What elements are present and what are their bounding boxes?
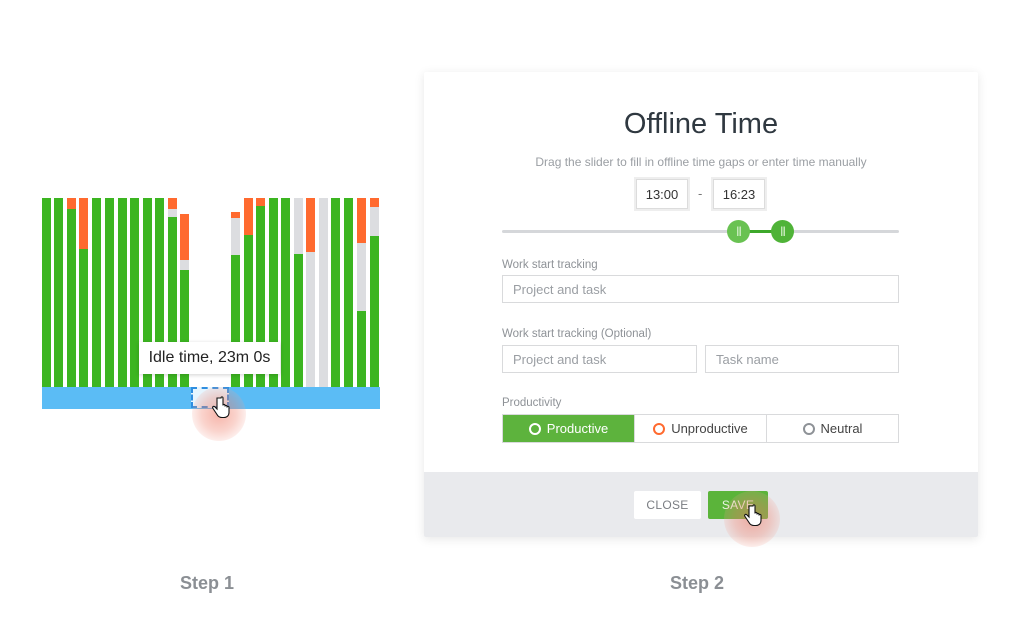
bar-segment-neutral bbox=[231, 217, 240, 256]
dialog-footer: CLOSE SAVE bbox=[424, 472, 978, 537]
bar-segment-productive bbox=[344, 198, 353, 388]
bar-segment-productive bbox=[79, 249, 88, 388]
bar-segment-unproductive bbox=[357, 198, 366, 244]
bar-segment-productive bbox=[67, 209, 76, 388]
bar-segment-neutral bbox=[370, 207, 379, 237]
bar-segment-productive bbox=[42, 198, 51, 388]
bar-segment-empty bbox=[180, 198, 189, 215]
bar-segment-unproductive bbox=[180, 214, 189, 261]
activity-bar[interactable] bbox=[118, 198, 127, 388]
radio-ring-icon bbox=[802, 422, 815, 435]
offline-time-dialog: Offline Time Drag the slider to fill in … bbox=[424, 72, 978, 537]
bar-segment-neutral bbox=[357, 243, 366, 312]
bar-segment-productive bbox=[357, 311, 366, 388]
option-label: Productive bbox=[546, 421, 609, 436]
dialog-title: Offline Time bbox=[623, 108, 779, 140]
productivity-option-neutral[interactable]: Neutral bbox=[767, 415, 898, 442]
radio-ring-icon bbox=[528, 422, 541, 435]
bar-segment-productive bbox=[92, 198, 101, 388]
hand-cursor-icon bbox=[212, 396, 230, 419]
work-start-label: Work start tracking bbox=[502, 259, 598, 271]
productivity-option-productive[interactable]: Productive bbox=[503, 415, 635, 442]
activity-bar[interactable] bbox=[42, 198, 51, 388]
bar-segment-productive bbox=[105, 198, 114, 388]
project-task-placeholder: Project and task bbox=[513, 281, 607, 297]
activity-bar[interactable] bbox=[79, 198, 88, 388]
grip-icon: ||| bbox=[736, 226, 742, 237]
activity-bar[interactable] bbox=[319, 198, 328, 388]
productivity-selector: Productive Unproductive Neutral bbox=[502, 414, 899, 443]
step-1-label: Step 1 bbox=[180, 573, 235, 593]
activity-bar[interactable] bbox=[54, 198, 63, 388]
bar-segment-neutral bbox=[180, 260, 189, 271]
bar-segment-neutral bbox=[306, 251, 315, 388]
activity-bar[interactable] bbox=[67, 198, 76, 388]
bar-segment-neutral bbox=[294, 198, 303, 255]
step-2-label: Step 2 bbox=[670, 573, 725, 593]
bar-segment-productive bbox=[118, 198, 127, 388]
start-time-input[interactable]: 13:00 bbox=[636, 179, 688, 209]
option-label: Neutral bbox=[820, 421, 863, 436]
activity-bar[interactable] bbox=[370, 198, 379, 388]
radio-ring-icon bbox=[653, 422, 666, 435]
bar-segment-productive bbox=[54, 198, 63, 388]
option-label: Unproductive bbox=[671, 421, 748, 436]
idle-time-tooltip: Idle time, 23m 0s bbox=[139, 342, 280, 374]
dialog-subtitle: Drag the slider to fill in offline time … bbox=[535, 155, 867, 169]
bar-segment-empty bbox=[231, 198, 240, 213]
activity-bar[interactable] bbox=[105, 198, 114, 388]
activity-bar[interactable] bbox=[357, 198, 366, 388]
bar-segment-unproductive bbox=[67, 198, 76, 210]
productivity-option-unproductive[interactable]: Unproductive bbox=[635, 415, 767, 442]
bar-segment-unproductive bbox=[370, 198, 379, 208]
close-button[interactable]: CLOSE bbox=[634, 491, 701, 519]
bar-segment-unproductive bbox=[244, 198, 253, 236]
end-time-input[interactable]: 16:23 bbox=[713, 179, 765, 209]
activity-bar[interactable] bbox=[130, 198, 139, 388]
bar-segment-unproductive bbox=[306, 198, 315, 253]
task-name-placeholder: Task name bbox=[716, 351, 779, 367]
activity-bar[interactable] bbox=[294, 198, 303, 388]
task-name-input[interactable]: Task name bbox=[705, 345, 899, 373]
bar-segment-unproductive bbox=[79, 198, 88, 250]
bar-segment-productive bbox=[130, 198, 139, 388]
optional-project-task-input[interactable]: Project and task bbox=[502, 345, 697, 373]
bar-segment-productive bbox=[294, 253, 303, 388]
activity-bar[interactable] bbox=[331, 198, 340, 388]
bar-segment-unproductive bbox=[168, 198, 177, 210]
optional-tracking-label: Work start tracking (Optional) bbox=[502, 328, 652, 340]
activity-bar[interactable] bbox=[92, 198, 101, 388]
bar-segment-productive bbox=[331, 198, 340, 388]
slider-end-handle[interactable]: ||| bbox=[771, 220, 794, 243]
hand-cursor-icon bbox=[744, 504, 762, 527]
grip-icon: ||| bbox=[780, 226, 786, 237]
project-task-input[interactable]: Project and task bbox=[502, 275, 899, 303]
productivity-label: Productivity bbox=[502, 397, 562, 409]
bar-segment-productive bbox=[281, 198, 290, 388]
activity-bar[interactable] bbox=[306, 198, 315, 388]
activity-bar[interactable] bbox=[344, 198, 353, 388]
bar-segment-productive bbox=[370, 235, 379, 388]
optional-project-task-placeholder: Project and task bbox=[513, 351, 607, 367]
time-separator: - bbox=[698, 186, 703, 201]
time-slider-track[interactable] bbox=[502, 230, 899, 233]
slider-start-handle[interactable]: ||| bbox=[727, 220, 750, 243]
bar-segment-neutral bbox=[319, 198, 328, 388]
activity-bar[interactable] bbox=[281, 198, 290, 388]
